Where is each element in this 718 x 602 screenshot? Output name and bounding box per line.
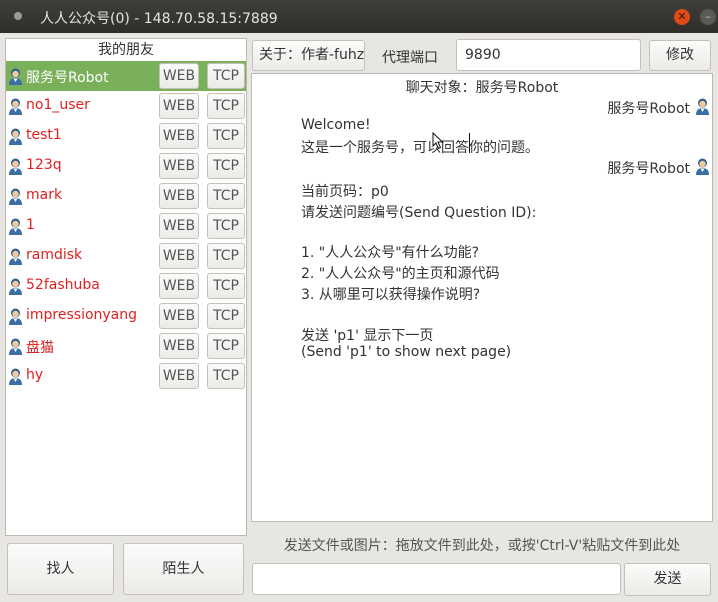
friend-row[interactable]: impressionyang WEB TCP [6,301,246,331]
user-avatar-icon [8,188,23,205]
tcp-button[interactable]: TCP [207,243,245,269]
web-button[interactable]: WEB [159,183,199,209]
sender-line: 服务号Robot [510,98,710,118]
friend-row[interactable]: 123q WEB TCP [6,151,246,181]
modify-button[interactable]: 修改 [649,40,711,71]
message-line: 发送 'p1' 显示下一页 [301,328,434,344]
user-avatar-icon [8,128,23,145]
tcp-button[interactable]: TCP [207,303,245,329]
web-button[interactable]: WEB [159,93,199,119]
find-people-button[interactable]: 找人 [7,543,114,595]
window-title: 人人公众号(0) - 148.70.58.15:7889 [40,11,278,27]
friend-name: ramdisk [26,247,83,263]
web-button[interactable]: WEB [159,123,199,149]
user-avatar-icon [8,68,23,85]
friend-name: 盘猫 [26,340,54,356]
friend-row[interactable]: test1 WEB TCP [6,121,246,151]
user-avatar-icon [8,308,23,325]
tcp-button[interactable]: TCP [207,273,245,299]
friend-name: 1 [26,217,35,233]
sender-line: 服务号Robot [510,158,710,178]
web-button[interactable]: WEB [159,153,199,179]
web-button[interactable]: WEB [159,243,199,269]
mouse-pointer-icon [432,132,444,150]
friend-name: 服务号Robot [26,70,109,86]
user-avatar-icon [8,218,23,235]
user-avatar-icon [8,368,23,385]
chat-area[interactable]: 聊天对象：服务号Robot 服务号Robot Welcome! 这是一个服务号，… [251,73,713,522]
user-avatar-icon [8,248,23,265]
friend-name: test1 [26,127,62,143]
friends-panel: 我的朋友 服务号Robot WEB TCP no1_user WEB TCP test1 WE… [5,38,247,536]
message-line: 当前页码：p0 [301,184,389,200]
message-line: 这是一个服务号，可以回答你的问题。 [301,140,539,156]
tcp-button[interactable]: TCP [207,213,245,239]
message-line: 请发送问题编号(Send Question ID): [301,205,537,221]
friend-row[interactable]: hy WEB TCP [6,361,246,391]
tcp-button[interactable]: TCP [207,333,245,359]
web-button[interactable]: WEB [159,303,199,329]
friend-row[interactable]: 1 WEB TCP [6,211,246,241]
sender-name: 服务号Robot [607,161,690,177]
web-button[interactable]: WEB [159,333,199,359]
title-bar: 人人公众号(0) - 148.70.58.15:7889 ✕ – [0,0,718,33]
tcp-button[interactable]: TCP [207,63,245,89]
web-button[interactable]: WEB [159,213,199,239]
message-input[interactable] [252,563,621,595]
message-line: (Send 'p1' to show next page) [301,344,512,360]
user-avatar-icon [8,158,23,175]
tcp-button[interactable]: TCP [207,93,245,119]
friend-name: mark [26,187,63,203]
friend-name: hy [26,367,44,383]
message-line: 1. "人人公众号"有什么功能? [301,245,480,261]
tcp-button[interactable]: TCP [207,183,245,209]
user-avatar-icon [8,278,23,295]
message-line: 2. "人人公众号"的主页和源代码 [301,266,500,282]
message-line: Welcome! [301,117,371,133]
friends-header: 我的朋友 [98,42,154,58]
send-button[interactable]: 发送 [624,563,711,596]
friend-row[interactable]: ramdisk WEB TCP [6,241,246,271]
tcp-button[interactable]: TCP [207,363,245,389]
close-icon[interactable]: ✕ [674,9,690,25]
friend-row[interactable]: 服务号Robot WEB TCP [6,61,246,91]
proxy-port-label: 代理端口 [382,50,438,66]
app-icon [14,12,22,20]
friend-row[interactable]: 52fashuba WEB TCP [6,271,246,301]
user-avatar-icon [696,98,709,115]
message-line: 3. 从哪里可以获得操作说明? [301,287,481,303]
proxy-port-input[interactable]: 9890 [456,39,641,71]
friend-name: no1_user [26,97,90,113]
friend-row[interactable]: no1_user WEB TCP [6,91,246,121]
strangers-button[interactable]: 陌生人 [123,543,244,595]
friend-name: 123q [26,157,62,173]
tcp-button[interactable]: TCP [207,153,245,179]
friend-name: 52fashuba [26,277,100,293]
minimize-icon[interactable]: – [700,9,716,25]
about-button[interactable]: 关于：作者-fuhz [252,40,365,71]
friend-row[interactable]: mark WEB TCP [6,181,246,211]
friend-row[interactable]: 盘猫 WEB TCP [6,331,246,361]
web-button[interactable]: WEB [159,63,199,89]
user-avatar-icon [8,98,23,115]
friend-name: impressionyang [26,307,138,323]
web-button[interactable]: WEB [159,363,199,389]
text-caret [469,133,470,153]
send-file-hint: 发送文件或图片：拖放文件到此处，或按'Ctrl-V'粘贴文件到此处 [283,538,681,554]
user-avatar-icon [8,338,23,355]
sender-name: 服务号Robot [607,101,690,117]
user-avatar-icon [696,158,709,175]
tcp-button[interactable]: TCP [207,123,245,149]
web-button[interactable]: WEB [159,273,199,299]
chat-target: 聊天对象：服务号Robot [405,80,559,96]
